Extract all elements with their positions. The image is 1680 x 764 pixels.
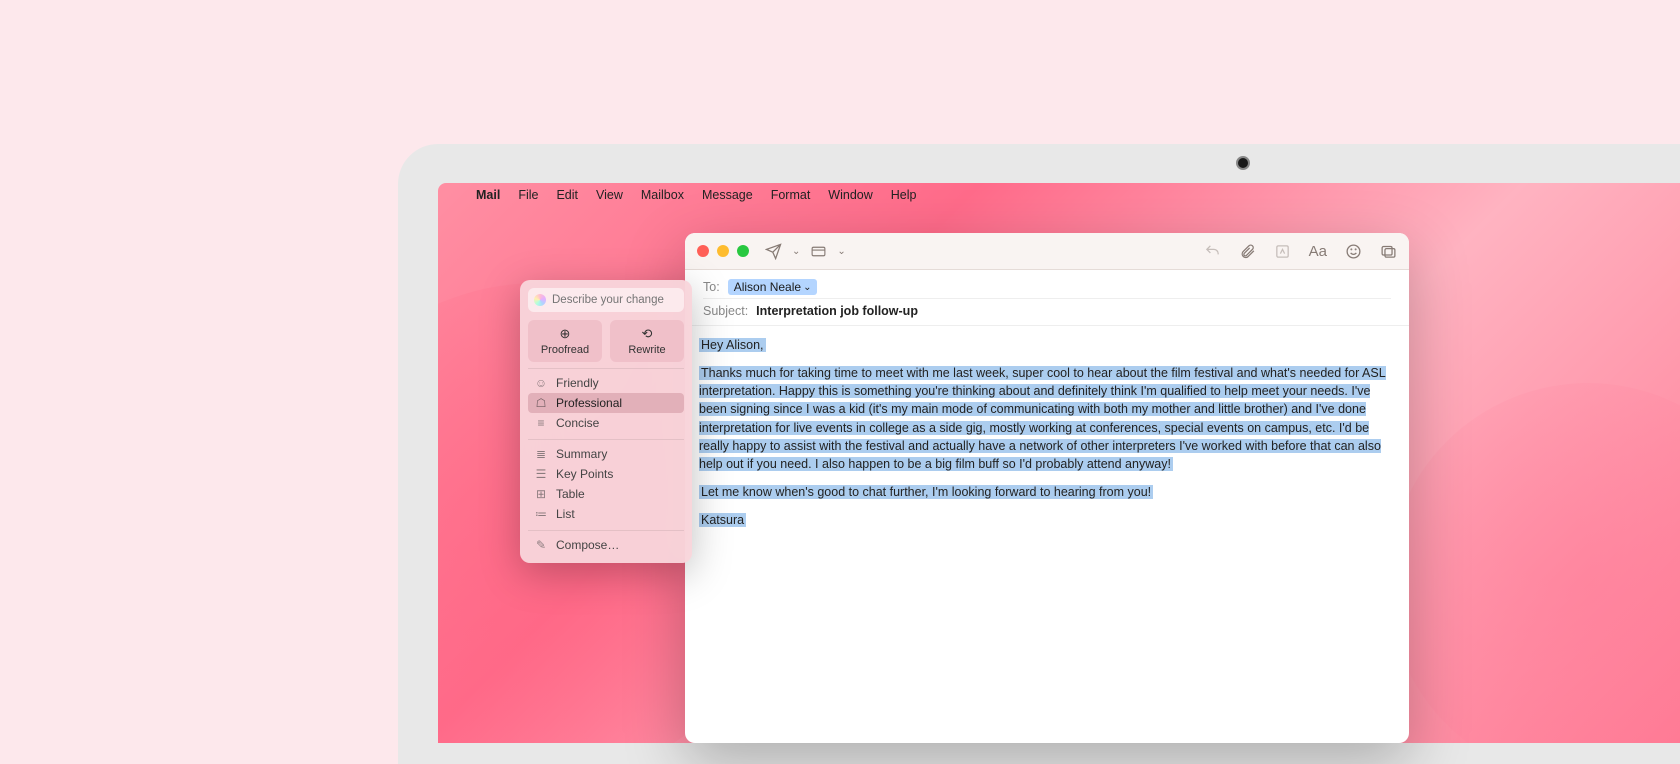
tone-professional[interactable]: ☖ Professional [528,393,684,413]
menu-help[interactable]: Help [891,188,917,202]
app-menu[interactable]: Mail [476,188,500,202]
subject-row[interactable]: Subject: Interpretation job follow-up [703,298,1391,321]
keypoints-icon: ☰ [534,467,548,481]
window-controls [697,245,749,257]
chevron-down-icon[interactable]: ⌄ [837,246,845,257]
format-list[interactable]: ≔ List [528,504,684,524]
body-para1: Thanks much for taking time to meet with… [699,366,1386,471]
media-browser-icon[interactable] [1380,243,1397,260]
header-fields-icon[interactable] [810,243,827,260]
menubar: Mail File Edit View Mailbox Message Form… [438,183,1680,207]
markup-icon[interactable] [1274,243,1291,260]
titlebar: ⌄ ⌄ Aa [685,233,1409,270]
smile-icon: ☺ [534,376,548,390]
attachment-icon[interactable] [1239,243,1256,260]
subject-label: Subject: [703,304,748,318]
pencil-icon: ✎ [534,538,548,552]
briefcase-icon: ☖ [534,396,548,410]
body-para2: Let me know when's good to chat further,… [699,485,1153,499]
summary-icon: ≣ [534,447,548,461]
emoji-icon[interactable] [1345,243,1362,260]
to-row: To: Alison Neale [703,276,1391,298]
magnify-check-icon: ⊕ [532,326,598,342]
chevron-down-icon[interactable]: ⌄ [792,246,800,257]
to-label: To: [703,280,720,294]
rewrite-button[interactable]: ⟲ Rewrite [610,320,684,362]
reply-icon[interactable] [1204,243,1221,260]
tone-concise[interactable]: ≡ Concise [528,413,684,433]
body-signature: Katsura [699,513,746,527]
format-keypoints[interactable]: ☰ Key Points [528,464,684,484]
send-icon[interactable] [765,243,782,260]
tone-friendly[interactable]: ☺ Friendly [528,373,684,393]
compose-window: ⌄ ⌄ Aa [685,233,1409,743]
recipient-chip[interactable]: Alison Neale [728,279,818,295]
menu-file[interactable]: File [518,188,538,202]
table-icon: ⊞ [534,487,548,501]
writing-tools-popover: ⊕ Proofread ⟲ Rewrite ☺ Friendly ☖ Profe… [520,280,692,563]
format-summary[interactable]: ≣ Summary [528,444,684,464]
body-greeting: Hey Alison, [699,338,766,352]
camera-dot [1236,156,1250,170]
describe-change-input[interactable] [528,288,684,312]
rewrite-icon: ⟲ [614,326,680,342]
compose-menu-item[interactable]: ✎ Compose… [528,535,684,555]
format-icon[interactable]: Aa [1309,243,1327,260]
close-button[interactable] [697,245,709,257]
proofread-button[interactable]: ⊕ Proofread [528,320,602,362]
menu-view[interactable]: View [596,188,623,202]
menu-format[interactable]: Format [771,188,811,202]
menu-window[interactable]: Window [828,188,872,202]
minimize-button[interactable] [717,245,729,257]
list-icon: ≔ [534,507,548,521]
subject-value: Interpretation job follow-up [756,304,918,318]
header-fields: To: Alison Neale Subject: Interpretation… [685,270,1409,326]
menu-edit[interactable]: Edit [556,188,578,202]
menu-message[interactable]: Message [702,188,753,202]
zoom-button[interactable] [737,245,749,257]
message-body[interactable]: Hey Alison, Thanks much for taking time … [685,326,1409,743]
format-table[interactable]: ⊞ Table [528,484,684,504]
concise-icon: ≡ [534,416,548,430]
menu-mailbox[interactable]: Mailbox [641,188,684,202]
